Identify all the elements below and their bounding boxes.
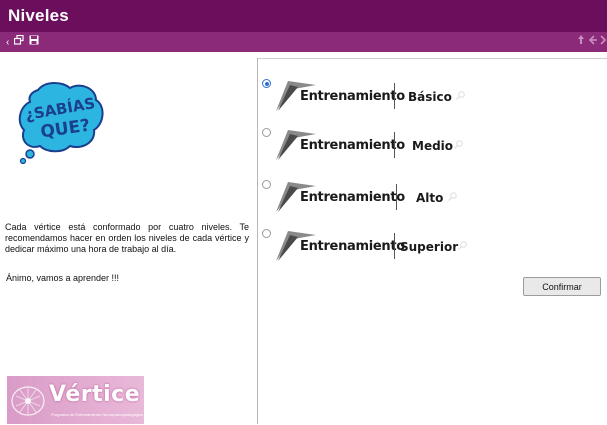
level-banner[interactable]: Entrenamiento Básico (276, 77, 466, 113)
info-panel: ¿SABÍAS QUE? Cada vértice está conformad… (0, 58, 258, 424)
level-radio-superior[interactable] (262, 229, 271, 238)
level-option-label: Entrenamiento (300, 89, 405, 104)
magnifier-icon (454, 140, 463, 149)
level-radio-basico[interactable] (262, 79, 271, 88)
levels-description: Cada vértice está conformado por cuatro … (5, 222, 249, 254)
level-radio-alto[interactable] (262, 180, 271, 189)
speech-bubble-icon: ¿SABÍAS QUE? (18, 82, 104, 165)
window-toolbar: ‹ (0, 32, 607, 52)
level-name: Medio (412, 139, 454, 153)
save-icon[interactable] (29, 35, 39, 49)
back-icon[interactable] (588, 35, 598, 49)
level-option-superior[interactable]: Entrenamiento Superior (258, 227, 607, 267)
confirm-button[interactable]: Confirmar (523, 277, 601, 296)
level-option-label: Entrenamiento (300, 239, 405, 254)
level-banner[interactable]: Entrenamiento Alto (276, 178, 466, 214)
level-banner[interactable]: Entrenamiento Superior (276, 227, 467, 263)
level-option-label: Entrenamiento (300, 138, 405, 153)
pin-icon[interactable] (577, 35, 585, 49)
levels-panel: Entrenamiento Básico Entrenamiento Medio (258, 58, 607, 425)
forward-icon[interactable] (600, 35, 607, 49)
magnifier-icon (458, 241, 467, 250)
magnifier-icon (456, 91, 465, 100)
window-titlebar: Niveles (0, 0, 607, 32)
level-name: Básico (408, 90, 452, 104)
level-name: Alto (416, 191, 444, 205)
level-radio-medio[interactable] (262, 128, 271, 137)
logo-word: Vértice (49, 382, 141, 407)
level-option-basico[interactable]: Entrenamiento Básico (258, 77, 607, 117)
encouragement-text: Ánimo, vamos a aprender !!! (6, 273, 120, 283)
magnifier-icon (448, 192, 457, 201)
restore-window-icon[interactable] (13, 34, 24, 49)
level-option-medio[interactable]: Entrenamiento Medio (258, 126, 607, 166)
chevron-left-icon[interactable]: ‹ (6, 36, 9, 49)
brain-icon (11, 386, 45, 416)
banner-divider (394, 132, 395, 158)
vertice-logo: Vértice Programa de Entrenamiento Neurop… (7, 376, 144, 424)
sabias-que-bubble: ¿SABÍAS QUE? (18, 80, 104, 165)
banner-divider (394, 83, 395, 109)
level-option-alto[interactable]: Entrenamiento Alto (258, 178, 607, 218)
level-name: Superior (400, 240, 459, 254)
level-option-label: Entrenamiento (300, 190, 405, 205)
banner-divider (394, 233, 395, 259)
logo-tagline: Programa de Entrenamiento Neuropsicopeda… (51, 412, 143, 417)
window-title: Niveles (8, 6, 69, 25)
level-banner[interactable]: Entrenamiento Medio (276, 126, 466, 162)
banner-divider (396, 184, 397, 210)
